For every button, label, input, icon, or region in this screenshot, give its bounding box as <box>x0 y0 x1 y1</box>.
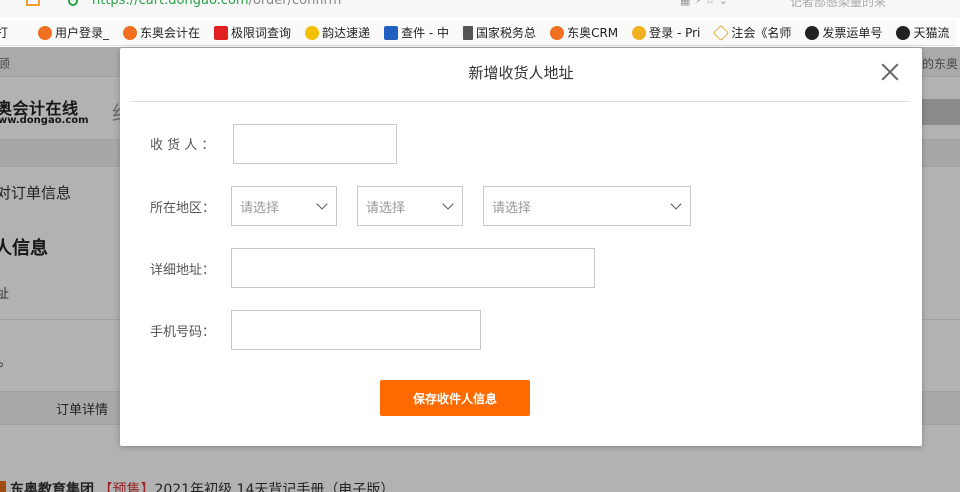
dongao-icon <box>550 25 565 40</box>
city-select-value: 请选择 <box>366 200 406 216</box>
close-icon[interactable] <box>880 62 900 82</box>
detail-address-input[interactable] <box>231 248 595 288</box>
bookmarks-bar: 打 用户登录_ 东奥会计在 极限词查询 韵达速递 查件 - 中 国家税务总 东奥CRM 登录 -… <box>0 20 956 46</box>
bookmark-label: 发票运单号 <box>822 26 883 40</box>
url-field[interactable]: https://cart.dongao.com/order/confirm <box>92 0 341 8</box>
modal-title: 新增收货人地址 <box>468 64 574 82</box>
bookmark-label: 注会《名师 <box>731 26 792 40</box>
phone-label: 手机号码： <box>150 325 216 340</box>
city-select[interactable]: 请选择 <box>357 186 463 226</box>
bookmark-label: 韵达速递 <box>322 26 371 40</box>
dongao-icon <box>38 25 53 40</box>
province-select-value: 请选择 <box>240 200 280 216</box>
bookmark-item[interactable]: 东奥CRM <box>550 24 618 41</box>
bookmark-label: 国家税务总 <box>476 26 537 40</box>
bookmark-label: 极限词查询 <box>231 26 292 40</box>
doc-icon <box>463 25 474 40</box>
phone-input[interactable] <box>231 310 481 350</box>
receiver-label: 收 货 人 ： <box>150 138 215 153</box>
zto-icon <box>384 25 399 40</box>
chevron-down-icon <box>316 198 328 210</box>
bookmark-item[interactable]: 发票运单号 <box>805 24 882 41</box>
bookmark-item[interactable]: 韵达速递 <box>305 24 370 41</box>
bookmark-label: 东奥CRM <box>567 26 619 40</box>
bookmark-label: 用户登录_ <box>55 26 110 40</box>
bookmark-label: 东奥会计在 <box>140 26 201 40</box>
detail-address-label: 详细地址： <box>150 263 216 278</box>
bookmark-label: 打 <box>0 24 8 41</box>
receiver-name-input[interactable] <box>233 124 397 164</box>
save-receiver-button[interactable]: 保存收件人信息 <box>380 380 530 416</box>
bird-icon <box>632 25 647 40</box>
bookmark-item[interactable]: 查件 - 中 <box>384 24 449 41</box>
circle-play-icon <box>896 25 911 40</box>
chevron-down-icon <box>442 198 454 210</box>
district-select-value: 请选择 <box>492 200 532 216</box>
modal-divider <box>130 101 910 102</box>
province-select[interactable]: 请选择 <box>231 186 337 226</box>
star-icon <box>713 24 730 41</box>
bookmark-item[interactable]: 极限词查询 <box>214 24 291 41</box>
region-label: 所在地区： <box>150 201 216 216</box>
browser-address-bar: https://cart.dongao.com/order/confirm ▦ … <box>0 0 960 18</box>
search-box[interactable]: 记者部感染量的来 <box>790 0 886 10</box>
chevron-down-icon <box>670 198 682 210</box>
bookmark-label: 登录 - Pri <box>649 26 701 40</box>
bookmark-item[interactable]: 登录 - Pri <box>632 24 700 41</box>
bookmark-item[interactable]: 国家税务总 <box>463 24 536 41</box>
bookmark-label: 天猫流 <box>913 26 950 40</box>
bookmark-item[interactable]: 天猫流 <box>896 24 949 41</box>
district-select[interactable]: 请选择 <box>483 186 691 226</box>
secure-shield-icon <box>68 0 78 6</box>
bookmark-item[interactable]: 东奥会计在 <box>123 24 200 41</box>
flag-icon <box>214 25 229 40</box>
bookmark-label: 查件 - 中 <box>401 26 450 40</box>
grid-icon[interactable]: ▦ ⚡ ☆ ⌄ <box>680 0 728 7</box>
yunda-icon <box>305 25 320 40</box>
url-host: https://cart.dongao.com <box>92 0 249 8</box>
bookmark-item[interactable]: 打 <box>0 24 8 41</box>
url-path: /order/confirm <box>248 0 342 8</box>
circle-play-icon <box>805 25 820 40</box>
dongao-icon <box>123 25 138 40</box>
bookmark-item[interactable]: 用户登录_ <box>38 24 109 41</box>
add-address-modal: 新增收货人地址 收 货 人 ： 所在地区： 请选择 请选择 请选择 详细地址： … <box>120 48 922 446</box>
bookmark-item[interactable]: 注会《名师 <box>713 24 792 41</box>
home-icon[interactable] <box>26 0 40 6</box>
